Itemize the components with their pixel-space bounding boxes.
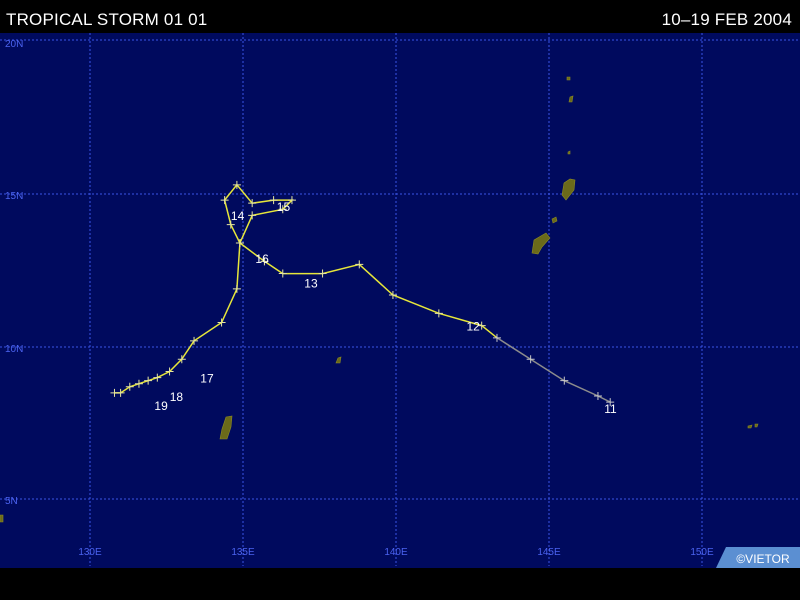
- date-range: 10–19 FEB 2004: [661, 10, 792, 29]
- day-label: 12: [467, 319, 481, 333]
- track-map[interactable]: 20N 15N 10N 5N 130E 135E 140E 145E 150E …: [0, 33, 800, 568]
- lon-label-150e: 150E: [690, 547, 714, 558]
- lon-label-135e: 135E: [231, 547, 255, 558]
- day-label: 13: [304, 277, 318, 291]
- day-label: 14: [231, 209, 245, 223]
- credit-text: ©VIETOR: [736, 552, 790, 566]
- map-background: [0, 33, 800, 568]
- day-label: 15: [277, 200, 291, 214]
- lat-label-5n: 5N: [5, 496, 18, 507]
- island-west-edge: [0, 514, 4, 523]
- day-label: 11: [604, 402, 617, 416]
- day-label: 19: [154, 399, 168, 413]
- lon-label-145e: 145E: [537, 547, 561, 558]
- day-label: 18: [170, 390, 184, 404]
- island-northern-3: [566, 76, 571, 81]
- credit-badge: ©VIETOR: [716, 547, 800, 568]
- day-label: 16: [255, 252, 269, 266]
- lon-label-140e: 140E: [384, 547, 408, 558]
- day-label: 17: [200, 371, 214, 385]
- lon-label-130e: 130E: [78, 547, 102, 558]
- storm-title: TROPICAL STORM 01 01: [6, 10, 208, 29]
- lat-label-20n: 20N: [5, 39, 23, 50]
- lat-label-15n: 15N: [5, 191, 23, 202]
- lat-label-10n: 10N: [5, 344, 23, 355]
